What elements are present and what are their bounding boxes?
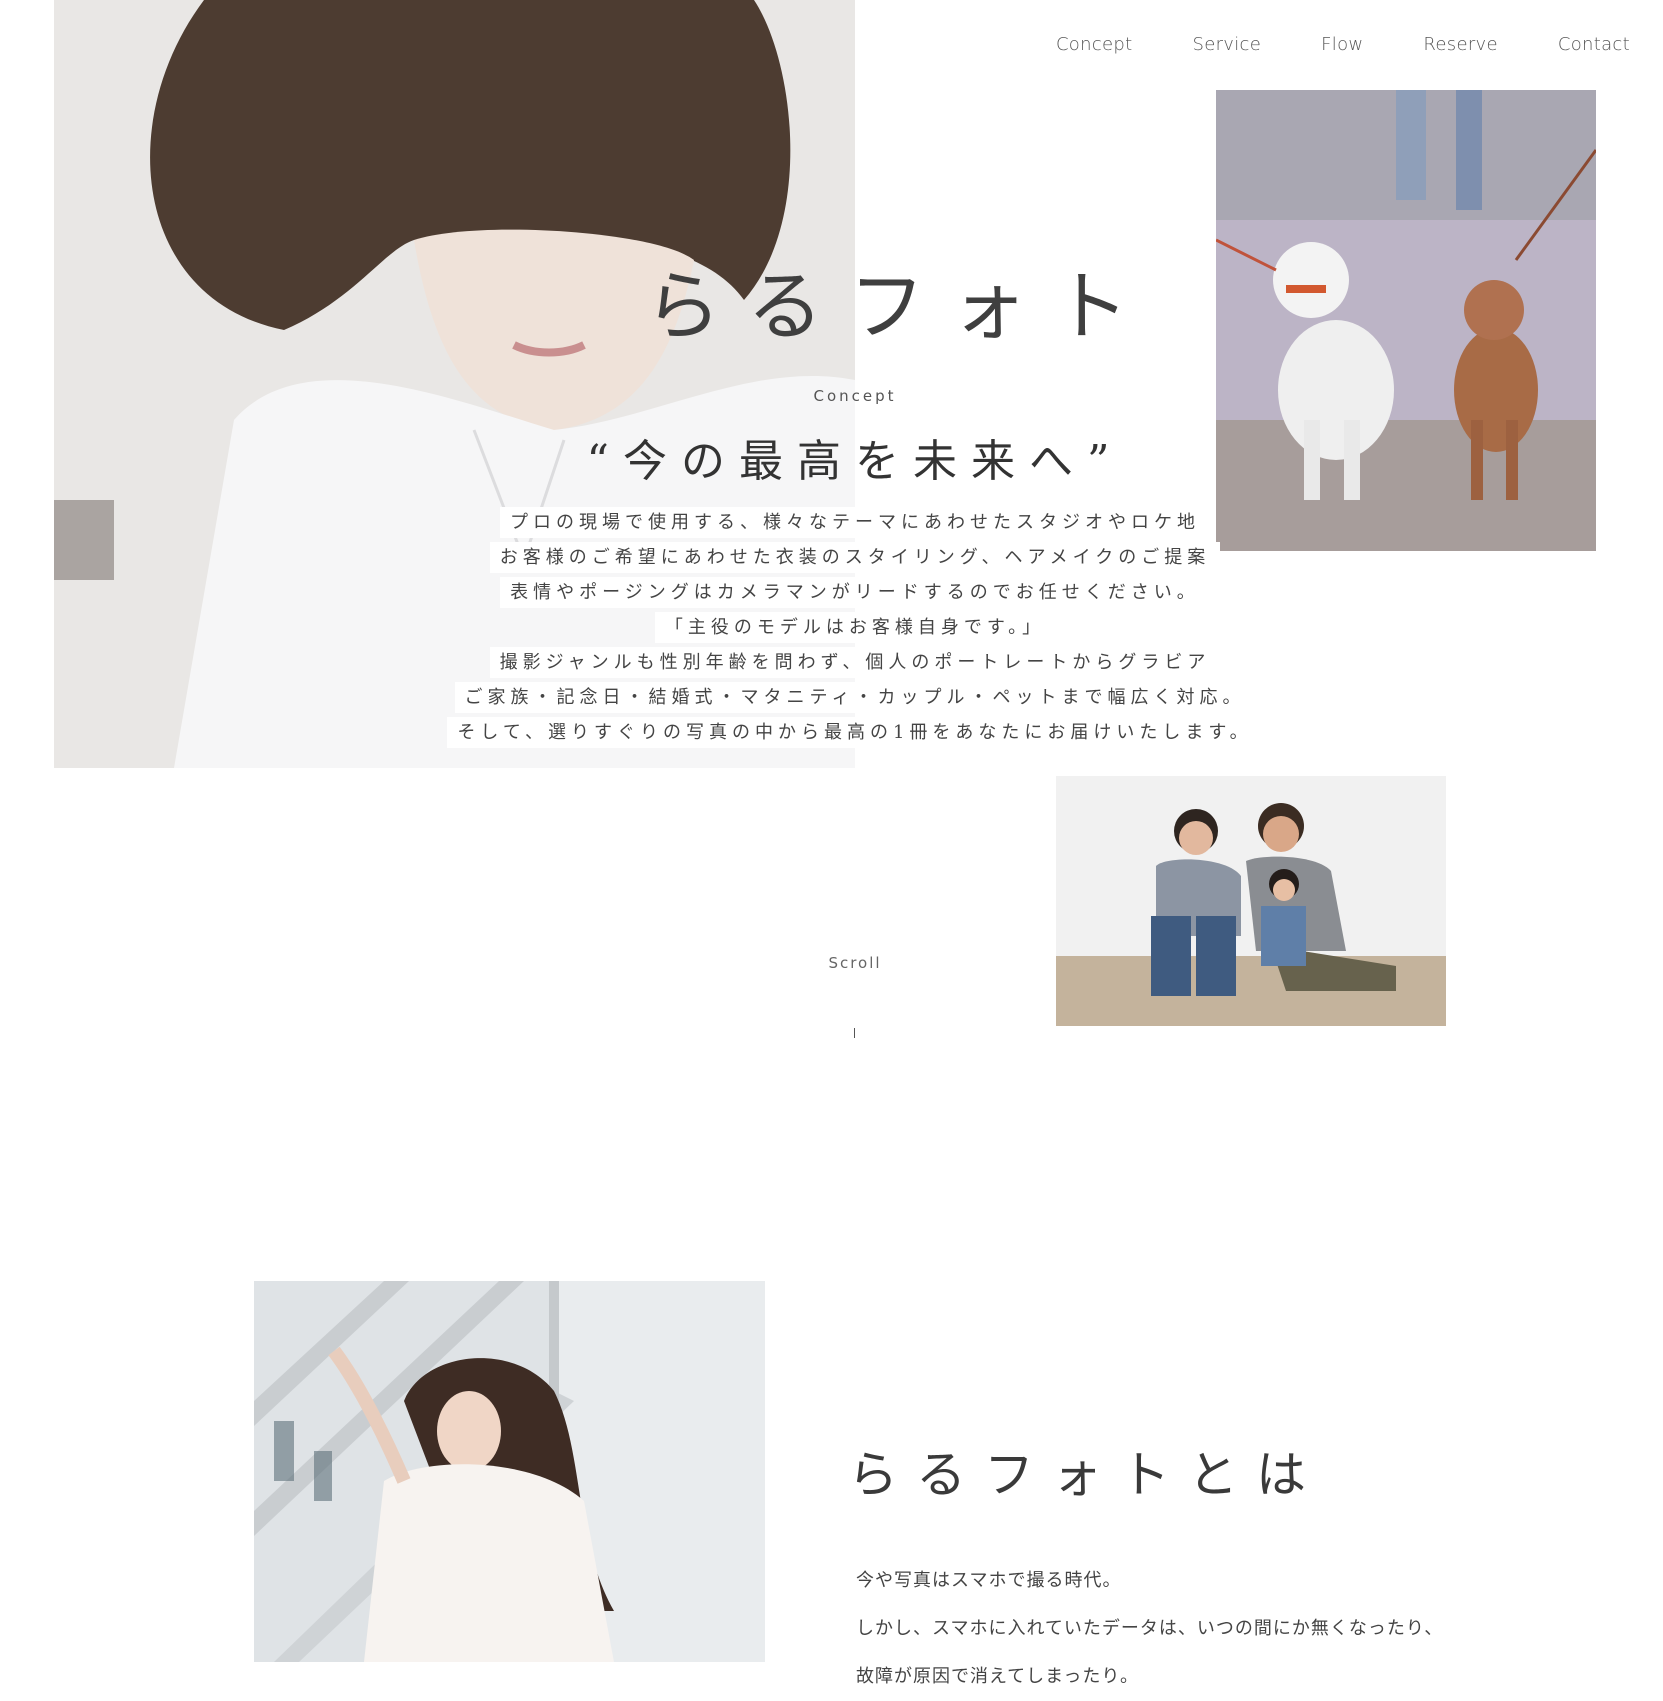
top-nav: Concept Service Flow Reserve Contact <box>1056 30 1630 60</box>
scroll-indicator-line <box>854 1028 855 1038</box>
brand-title: らるフォト <box>645 262 1155 351</box>
concept-text: プロの現場で使用する、様々なテーマにあわせたスタジオやロケ地 お客様のご希望にあ… <box>0 507 1663 748</box>
about-body: 今や写真はスマホで撮る時代。 しかし、スマホに入れていたデータは、いつの間にか無… <box>856 1557 1443 1701</box>
concept-line: プロの現場で使用する、様々なテーマにあわせたスタジオやロケ地 <box>500 507 1210 538</box>
about-paragraph: 今や写真はスマホで撮る時代。 <box>856 1570 1122 1591</box>
concept-line: ご家族・記念日・結婚式・マタニティ・カップル・ペットまで幅広く対応。 <box>454 682 1256 713</box>
concept-line: 表情やポージングはカメラマンがリードするのでお任せください。 <box>500 577 1210 608</box>
concept-label: Concept <box>813 387 897 405</box>
concept-tagline: “今の最高を未来へ” <box>586 436 1124 487</box>
family-image <box>1056 776 1446 1026</box>
nav-concept[interactable]: Concept <box>1056 30 1133 60</box>
scroll-indicator-label[interactable]: Scroll <box>0 954 1663 972</box>
about-portrait-image <box>254 1281 765 1662</box>
nav-reserve[interactable]: Reserve <box>1423 30 1497 60</box>
concept-line: 「主役のモデルはお客様自身です。」 <box>654 612 1056 643</box>
about-paragraph: しかし、スマホに入れていたデータは、いつの間にか無くなったり、 <box>856 1618 1444 1639</box>
about-title: らるフォトとは <box>848 1446 1324 1504</box>
nav-service[interactable]: Service <box>1192 30 1261 60</box>
about-paragraph: 故障が原因で消えてしまったり。 <box>856 1666 1140 1687</box>
concept-line: そして、選りすぐりの写真の中から最高の1冊をあなたにお届けいたします。 <box>447 717 1263 748</box>
concept-line: お客様のご希望にあわせた衣装のスタイリング、ヘアメイクのご提案 <box>489 542 1221 573</box>
nav-contact[interactable]: Contact <box>1558 30 1630 60</box>
concept-line: 撮影ジャンルも性別年齢を問わず、個人のポートレートからグラビア <box>489 647 1221 678</box>
nav-flow[interactable]: Flow <box>1321 30 1363 60</box>
